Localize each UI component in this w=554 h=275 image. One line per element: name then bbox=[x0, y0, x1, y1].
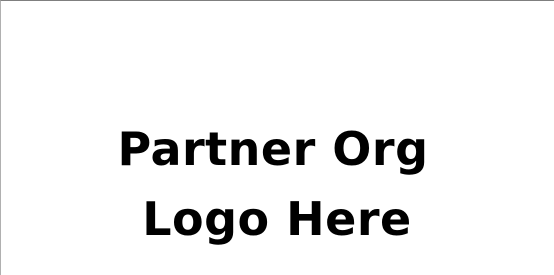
logo-placeholder-line-1: Partner Org bbox=[117, 122, 429, 176]
logo-placeholder-line-2: Logo Here bbox=[142, 192, 412, 246]
logo-frame: Partner Org Logo Here bbox=[0, 0, 554, 275]
logo-placeholder: Partner Org Logo Here bbox=[1, 114, 547, 254]
